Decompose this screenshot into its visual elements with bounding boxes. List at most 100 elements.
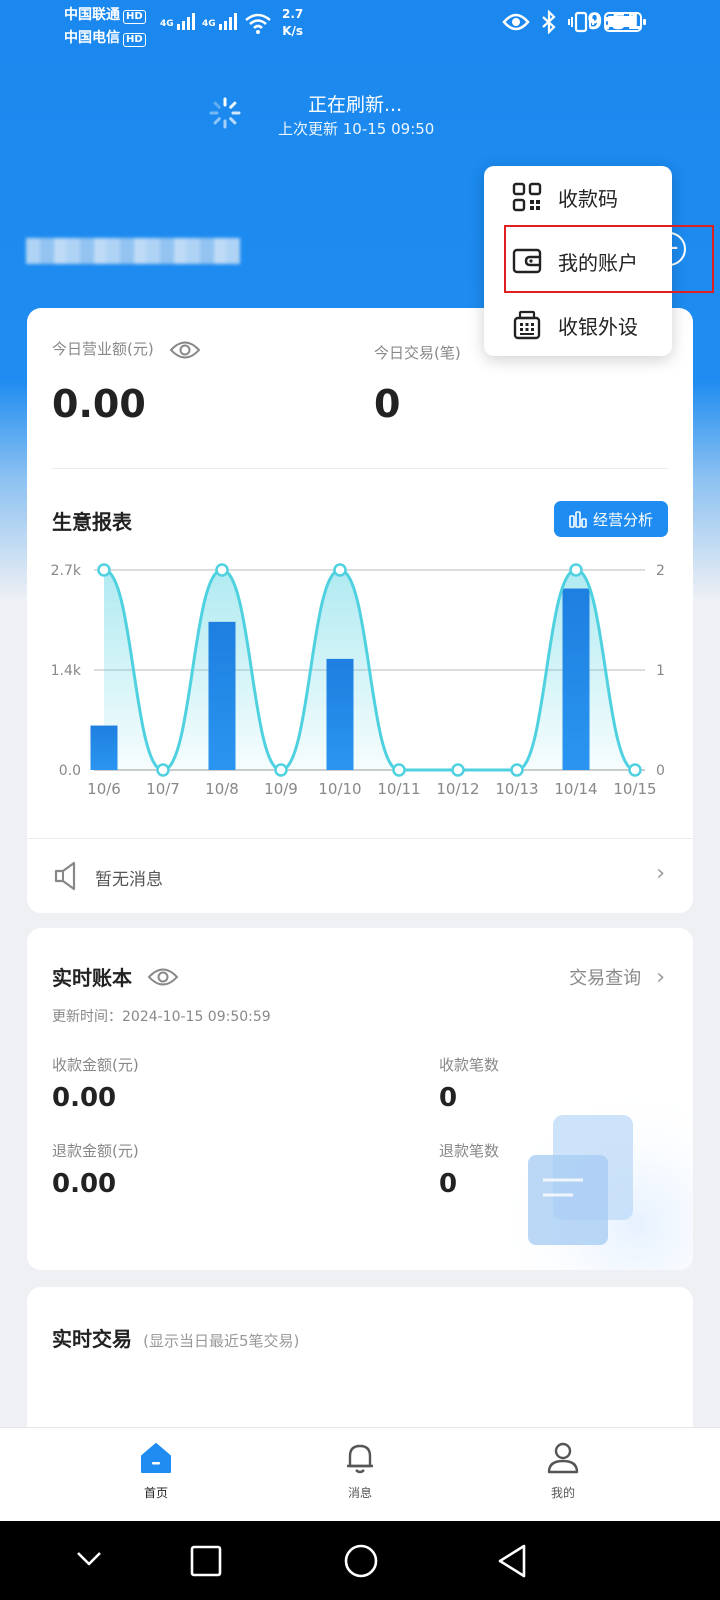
menu-item-cashier-devices[interactable]: 收银外设	[484, 294, 672, 356]
nav-home[interactable]: 首页	[116, 1440, 196, 1501]
chart-point	[510, 763, 524, 777]
nav-messages[interactable]: 消息	[320, 1440, 400, 1501]
user-icon	[547, 1442, 579, 1474]
menu-item-label: 收银外设	[558, 314, 638, 339]
ledger-update-time: 更新时间：2024-10-15 09:50:59	[52, 1009, 271, 1025]
highlight-box	[504, 225, 714, 293]
nav-home-label: 首页	[143, 1486, 168, 1500]
transactions-value: 0	[374, 382, 401, 426]
chart-point	[628, 763, 642, 777]
bottom-navigation: 首页 消息 我的	[0, 1427, 720, 1521]
receipt-count-value: 0	[439, 1083, 458, 1113]
realtime-transactions-card: 实时交易 (显示当日最近5笔交易)	[27, 1287, 693, 1427]
realtime-title-block: 实时交易 (显示当日最近5笔交易)	[52, 1323, 299, 1352]
net-speed: 2.7 K/s	[282, 7, 304, 38]
menu-item-payment-code[interactable]: 收款码	[484, 166, 672, 228]
refund-amount-value: 0.00	[52, 1169, 117, 1199]
transaction-query-link[interactable]: 交易查询 ›	[569, 964, 665, 990]
revenue-label: 今日营业额(元)	[52, 340, 154, 358]
refresh-title: 正在刷新...	[308, 94, 403, 116]
chart-point	[97, 563, 111, 577]
system-navigation-bar	[0, 1521, 720, 1600]
carrier-2: 中国电信 HD	[64, 27, 146, 47]
signal-icon-2: 4G	[202, 12, 241, 30]
ledger-card: 实时账本 交易查询 › 更新时间：2024-10-15 09:50:59 收款金…	[27, 928, 693, 1270]
chevron-right-icon: ›	[656, 861, 665, 886]
chart-point	[156, 763, 170, 777]
receipt-count-label: 收款笔数	[439, 1056, 500, 1074]
wifi-icon	[245, 13, 271, 34]
back-icon[interactable]	[496, 1543, 528, 1579]
chart-bar	[326, 658, 354, 770]
home-circle-icon[interactable]	[343, 1543, 379, 1579]
notice-text: 暂无消息	[95, 870, 163, 890]
refund-count-value: 0	[439, 1169, 458, 1199]
menu-item-label: 收款码	[558, 186, 618, 211]
x-tick-label: 10/7	[146, 780, 180, 798]
business-summary-card: 今日营业额(元) 0.00 今日交易(笔) 0 生意报表 经营分析 0.0 1.4…	[27, 308, 693, 913]
x-tick-label: 10/15	[613, 780, 656, 798]
bluetooth-icon	[542, 10, 556, 34]
x-tick-label: 10/13	[495, 780, 538, 798]
chart-bar	[562, 588, 590, 770]
collapse-icon[interactable]	[74, 1547, 104, 1571]
nav-messages-label: 消息	[347, 1486, 372, 1500]
analysis-button[interactable]: 经营分析	[554, 501, 668, 537]
chart-point	[274, 763, 288, 777]
x-tick-label: 10/12	[436, 780, 479, 798]
status-bar: 中国联通 HD 中国电信 HD 4G 4G 2.7 K/s 9:51	[0, 0, 720, 50]
qr-code-icon	[512, 182, 542, 212]
chart-bar	[90, 725, 118, 770]
cash-register-icon	[513, 310, 541, 340]
home-icon	[141, 1443, 171, 1473]
y-right-tick-label: 1	[656, 663, 665, 679]
merchant-name-blurred	[26, 238, 240, 264]
y-left-tick-label: 2.7k	[51, 563, 82, 579]
revenue-value: 0.00	[52, 382, 146, 426]
y-left-tick-label: 0.0	[59, 763, 81, 779]
nav-profile-label: 我的	[550, 1486, 575, 1500]
carrier-1: 中国联通 HD	[64, 4, 146, 24]
x-tick-label: 10/11	[377, 780, 420, 798]
receipt-amount-value: 0.00	[52, 1083, 117, 1113]
refund-count-label: 退款笔数	[439, 1142, 500, 1160]
notice-bar[interactable]: 暂无消息 ›	[27, 838, 693, 913]
chart-point	[392, 763, 406, 777]
divider	[52, 468, 668, 469]
signal-icon: 4G	[160, 12, 199, 30]
eye-comfort-icon	[502, 13, 530, 31]
chart-bar	[208, 621, 236, 770]
y-right-tick-label: 2	[656, 563, 665, 579]
recent-apps-icon[interactable]	[190, 1545, 222, 1577]
x-tick-label: 10/6	[87, 780, 121, 798]
loading-spinner-icon	[209, 97, 241, 129]
chevron-right-icon: ›	[656, 965, 665, 990]
eye-icon[interactable]	[169, 339, 201, 361]
revenue-block: 今日营业额(元)	[52, 338, 201, 361]
speaker-icon	[54, 861, 76, 891]
chart-point	[333, 563, 347, 577]
refresh-indicator: 正在刷新... 上次更新 10-15 09:50	[208, 90, 538, 140]
x-tick-label: 10/10	[318, 780, 361, 798]
bell-icon	[347, 1444, 373, 1474]
x-tick-label: 10/9	[264, 780, 298, 798]
chart-point	[569, 563, 583, 577]
nav-profile[interactable]: 我的	[523, 1440, 603, 1501]
document-illustration	[493, 1080, 693, 1270]
x-tick-label: 10/14	[554, 780, 597, 798]
bar-chart-icon	[569, 511, 587, 528]
chart-point	[451, 763, 465, 777]
realtime-title: 实时交易	[52, 1327, 132, 1351]
receipt-amount-label: 收款金额(元)	[52, 1056, 139, 1074]
business-chart: 0.0 1.4k 2.7k 0 1 2 10/6 10/7 10/8 10/9 10/10 10/11…	[27, 558, 693, 828]
chart-svg: 0.0 1.4k 2.7k 0 1 2 10/6 10/7 10/8 10/9 10/10 10/11…	[51, 563, 665, 798]
clock: 9:51	[587, 10, 642, 35]
chart-point	[215, 563, 229, 577]
realtime-subtitle: (显示当日最近5笔交易)	[143, 1332, 300, 1350]
eye-icon[interactable]	[147, 966, 179, 988]
x-tick-label: 10/8	[205, 780, 239, 798]
transactions-label: 今日交易(笔)	[374, 344, 461, 362]
refund-amount-label: 退款金额(元)	[52, 1142, 139, 1160]
y-left-tick-label: 1.4k	[51, 663, 82, 679]
ledger-title-block: 实时账本	[52, 962, 179, 991]
